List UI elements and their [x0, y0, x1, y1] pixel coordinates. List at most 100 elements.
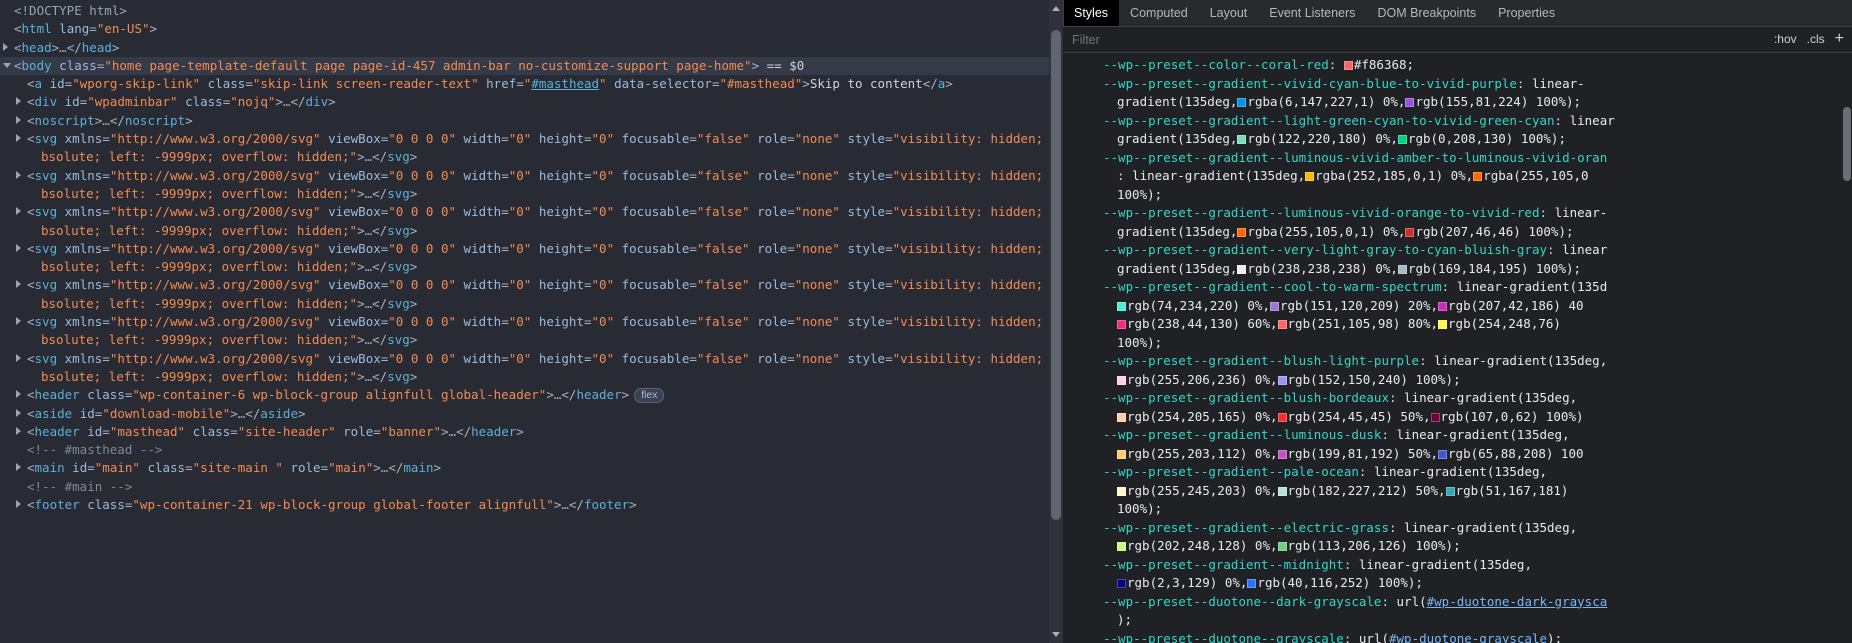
- twisty-collapsed-icon[interactable]: [16, 115, 21, 124]
- color-swatch-icon[interactable]: [1117, 542, 1126, 551]
- tab-event-listeners[interactable]: Event Listeners: [1258, 0, 1366, 26]
- twisty-expanded-icon[interactable]: [2, 62, 11, 72]
- color-swatch-icon[interactable]: [1405, 227, 1415, 237]
- css-declaration-line[interactable]: 100%);: [1075, 500, 1852, 519]
- styles-filter-input[interactable]: [1072, 32, 1774, 47]
- elements-dom-tree-pane[interactable]: <!DOCTYPE html> <html lang="en-US"> <head>…: [0, 0, 1063, 643]
- twisty-collapsed-icon[interactable]: [2, 42, 8, 51]
- css-declaration-line[interactable]: rgb(254,205,165) 0%, rgb(254,45,45) 50%, r…: [1075, 408, 1852, 427]
- css-declaration-line[interactable]: --wp--preset--duotone--dark-grayscale: u…: [1075, 593, 1852, 612]
- twisty-collapsed-icon[interactable]: [16, 463, 21, 472]
- flex-badge[interactable]: flex: [634, 388, 665, 404]
- dom-node-line[interactable]: <!-- #masthead -->: [0, 441, 1063, 459]
- css-declaration-line[interactable]: --wp--preset--duotone--grayscale: url(#w…: [1075, 630, 1852, 643]
- css-value-link[interactable]: #wp-duotone-grayscale: [1389, 631, 1547, 643]
- dom-node-line[interactable]: <a id="wporg-skip-link" class="skip-link…: [0, 75, 1063, 93]
- color-swatch-icon[interactable]: [1277, 449, 1287, 459]
- tab-computed[interactable]: Computed: [1119, 0, 1199, 26]
- dom-node-line[interactable]: <svg xmlns="http://www.w3.org/2000/svg" …: [0, 167, 1063, 185]
- dom-node-line[interactable]: <head>…</head>: [0, 39, 1063, 57]
- css-declaration-line[interactable]: --wp--preset--gradient--pale-ocean: line…: [1075, 463, 1852, 482]
- css-declaration-line[interactable]: --wp--preset--color--coral-red: #f86368;: [1075, 56, 1852, 75]
- color-swatch-icon[interactable]: [1237, 98, 1247, 107]
- color-swatch-icon[interactable]: [1430, 412, 1440, 422]
- css-declaration-line[interactable]: rgb(255,245,203) 0%, rgb(182,227,212) 50%…: [1075, 482, 1852, 501]
- dom-node-line[interactable]: bsolute; left: -9999px; overflow: hidden…: [0, 222, 1063, 240]
- color-swatch-icon[interactable]: [1270, 301, 1279, 311]
- color-swatch-icon[interactable]: [1397, 135, 1407, 144]
- dom-node-line[interactable]: <!-- #main -->: [0, 478, 1063, 496]
- color-swatch-icon[interactable]: [1237, 264, 1247, 274]
- css-declaration-list[interactable]: --wp--preset--color--coral-red: #f86368;…: [1063, 56, 1852, 643]
- color-swatch-icon[interactable]: [1438, 301, 1448, 311]
- dom-node-line[interactable]: ·· <body class="home page-template-defaul…: [0, 56, 1063, 76]
- css-declaration-line[interactable]: --wp--preset--gradient--very-light-gray-…: [1075, 241, 1852, 260]
- tab-dom-breakpoints[interactable]: DOM Breakpoints: [1366, 0, 1487, 26]
- css-declaration-line[interactable]: : linear-gradient(135deg, rgba(252,185,0,…: [1075, 167, 1852, 186]
- css-declaration-line[interactable]: --wp--preset--gradient--electric-grass: …: [1075, 519, 1852, 538]
- dom-node-line[interactable]: <div id="wpadminbar" class="nojq">…</div…: [0, 93, 1063, 111]
- color-swatch-icon[interactable]: [1117, 412, 1126, 422]
- styles-tabbar[interactable]: Styles Computed Layout Event Listeners DOM B…: [1063, 0, 1852, 27]
- cls-toggle-button[interactable]: .cls: [1807, 30, 1825, 48]
- css-declaration-line[interactable]: --wp--preset--gradient--luminous-dusk: l…: [1075, 426, 1852, 445]
- dom-node-line[interactable]: <header id="masthead" class="site-header…: [0, 423, 1063, 441]
- twisty-collapsed-icon[interactable]: [16, 390, 21, 399]
- color-swatch-icon[interactable]: [1117, 579, 1126, 588]
- twisty-collapsed-icon[interactable]: [16, 170, 21, 179]
- css-declaration-line[interactable]: --wp--preset--gradient--midnight: linear…: [1075, 556, 1852, 575]
- dom-node-line[interactable]: bsolute; left: -9999px; overflow: hidden…: [0, 185, 1063, 203]
- color-swatch-icon[interactable]: [1247, 579, 1257, 588]
- color-swatch-icon[interactable]: [1405, 98, 1415, 107]
- dom-node-line[interactable]: <header class="wp-container-6 wp-block-g…: [0, 386, 1063, 404]
- dom-node-line[interactable]: <svg xmlns="http://www.w3.org/2000/svg" …: [0, 313, 1063, 331]
- css-declaration-line[interactable]: gradient(135deg, rgba(6,147,227,1) 0%, rgb…: [1075, 93, 1852, 112]
- dom-node-line[interactable]: bsolute; left: -9999px; overflow: hidden…: [0, 331, 1063, 349]
- color-swatch-icon[interactable]: [1277, 542, 1287, 551]
- dom-node-line[interactable]: bsolute; left: -9999px; overflow: hidden…: [0, 148, 1063, 166]
- color-swatch-icon[interactable]: [1277, 486, 1287, 496]
- css-declaration-line[interactable]: rgb(2,3,129) 0%, rgb(40,116,252) 100%);: [1075, 574, 1852, 593]
- dom-node-line[interactable]: <noscript>…</noscript>: [0, 112, 1063, 130]
- css-declaration-line[interactable]: 100%);: [1075, 186, 1852, 205]
- twisty-collapsed-icon[interactable]: [16, 134, 21, 143]
- color-swatch-icon[interactable]: [1438, 449, 1448, 459]
- color-swatch-icon[interactable]: [1438, 320, 1448, 329]
- color-swatch-icon[interactable]: [1237, 135, 1247, 144]
- twisty-collapsed-icon[interactable]: [16, 97, 21, 106]
- color-swatch-icon[interactable]: [1445, 486, 1455, 496]
- css-declaration-line[interactable]: rgb(255,206,236) 0%, rgb(152,150,240) 100…: [1075, 371, 1852, 390]
- tab-layout[interactable]: Layout: [1199, 0, 1259, 26]
- css-declaration-line[interactable]: rgb(202,248,128) 0%, rgb(113,206,126) 100…: [1075, 537, 1852, 556]
- dom-node-line[interactable]: <aside id="download-mobile">…</aside>: [0, 405, 1063, 423]
- dom-node-line[interactable]: <!DOCTYPE html>: [0, 2, 1063, 20]
- color-swatch-icon[interactable]: [1117, 301, 1126, 311]
- dom-node-line[interactable]: bsolute; left: -9999px; overflow: hidden…: [0, 295, 1063, 313]
- new-style-rule-button[interactable]: +: [1835, 31, 1844, 47]
- dom-node-line[interactable]: <main id="main" class="site-main " role=…: [0, 459, 1063, 477]
- tab-properties[interactable]: Properties: [1487, 0, 1566, 26]
- css-declaration-line[interactable]: --wp--preset--gradient--light-green-cyan…: [1075, 112, 1852, 131]
- color-swatch-icon[interactable]: [1277, 320, 1287, 329]
- css-declaration-line[interactable]: gradient(135deg, rgb(122,220,180) 0%, rgb(…: [1075, 130, 1852, 149]
- color-swatch-icon[interactable]: [1277, 412, 1287, 422]
- css-declaration-line[interactable]: gradient(135deg, rgba(255,105,0,1) 0%, rgb…: [1075, 223, 1852, 242]
- twisty-collapsed-icon[interactable]: [16, 207, 21, 216]
- color-swatch-icon[interactable]: [1117, 320, 1126, 329]
- color-swatch-icon[interactable]: [1397, 264, 1407, 274]
- dom-node-line[interactable]: <svg xmlns="http://www.w3.org/2000/svg" …: [0, 203, 1063, 221]
- twisty-collapsed-icon[interactable]: [16, 317, 21, 326]
- css-declaration-line[interactable]: );: [1075, 611, 1852, 630]
- scroll-down-arrow-icon[interactable]: [1052, 632, 1060, 637]
- css-declaration-line[interactable]: gradient(135deg, rgb(238,238,238) 0%, rgb(…: [1075, 260, 1852, 279]
- css-declaration-line[interactable]: rgb(74,234,220) 0%, rgb(151,120,209) 20%,…: [1075, 297, 1852, 316]
- color-swatch-icon[interactable]: [1117, 449, 1126, 459]
- dom-node-line[interactable]: <footer class="wp-container-21 wp-block-…: [0, 496, 1063, 514]
- twisty-collapsed-icon[interactable]: [16, 353, 21, 362]
- dom-node-line[interactable]: <svg xmlns="http://www.w3.org/2000/svg" …: [0, 130, 1063, 148]
- css-declaration-line[interactable]: 100%);: [1075, 334, 1852, 353]
- dom-node-line[interactable]: <html lang="en-US">: [0, 20, 1063, 38]
- twisty-collapsed-icon[interactable]: [16, 280, 21, 289]
- color-swatch-icon[interactable]: [1473, 172, 1483, 181]
- css-declaration-line[interactable]: --wp--preset--gradient--blush-light-purp…: [1075, 352, 1852, 371]
